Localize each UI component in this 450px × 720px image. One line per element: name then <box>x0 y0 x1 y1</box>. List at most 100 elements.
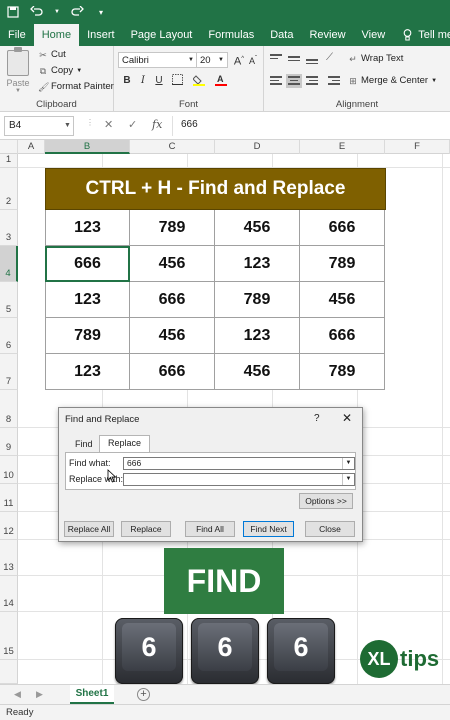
chevron-down-icon[interactable]: ▼ <box>342 458 354 469</box>
bold-button[interactable]: B <box>120 74 134 88</box>
format-painter-button[interactable]: 🖌 Format Painter <box>38 81 114 92</box>
row-header-9[interactable]: 9 <box>0 428 18 456</box>
find-what-input[interactable]: 666 ▼ <box>123 457 355 470</box>
increase-font-icon[interactable]: A^ <box>232 52 246 68</box>
row-header-14[interactable]: 14 <box>0 576 18 612</box>
cell-e5[interactable]: 456 <box>300 282 385 318</box>
table-title[interactable]: CTRL + H - Find and Replace <box>45 168 386 210</box>
row-header-10[interactable]: 10 <box>0 456 18 484</box>
middle-align-icon[interactable] <box>286 52 302 66</box>
underline-button[interactable]: U <box>152 74 166 88</box>
find-next-button[interactable]: Find Next <box>243 521 294 537</box>
tab-file[interactable]: File <box>0 24 34 46</box>
align-right-icon[interactable] <box>304 74 320 88</box>
row-header-1[interactable]: 1 <box>0 154 18 168</box>
cell-b7[interactable]: 123 <box>45 354 130 390</box>
replace-with-input[interactable]: ▼ <box>123 473 355 486</box>
select-all-button[interactable] <box>0 140 18 154</box>
chevron-down-icon[interactable]: ▼ <box>342 474 354 485</box>
font-color-icon[interactable]: A <box>214 74 228 88</box>
row-header-16[interactable] <box>0 660 18 684</box>
tab-review[interactable]: Review <box>301 24 353 46</box>
scroll-left-icon[interactable]: ◀ <box>14 689 21 700</box>
tab-home[interactable]: Home <box>33 24 80 46</box>
cell-d5[interactable]: 789 <box>215 282 300 318</box>
row-header-4[interactable]: 4 <box>0 246 18 282</box>
tab-replace[interactable]: Replace <box>99 435 151 453</box>
replace-button[interactable]: Replace <box>121 521 171 537</box>
column-header-e[interactable]: E <box>300 140 385 154</box>
cancel-icon[interactable]: ✕ <box>104 118 113 131</box>
wrap-text-button[interactable]: ↵ Wrap Text <box>348 53 403 64</box>
cell-c4[interactable]: 456 <box>130 246 215 282</box>
orientation-icon[interactable]: ⟋ <box>326 52 342 66</box>
merge-center-button[interactable]: ⊞ Merge & Center ▼ <box>348 75 437 86</box>
cell-b3[interactable]: 123 <box>45 210 130 246</box>
italic-button[interactable]: I <box>136 74 150 88</box>
indent-icon[interactable] <box>326 74 342 88</box>
cell-b6[interactable]: 789 <box>45 318 130 354</box>
align-center-icon[interactable] <box>286 74 302 88</box>
cell-d4[interactable]: 123 <box>215 246 300 282</box>
column-header-b[interactable]: B <box>45 140 130 154</box>
chevron-down-icon[interactable]: ▼ <box>64 122 71 129</box>
bottom-align-icon[interactable] <box>304 52 320 66</box>
cell-c6[interactable]: 456 <box>130 318 215 354</box>
row-header-11[interactable]: 11 <box>0 484 18 512</box>
find-all-button[interactable]: Find All <box>185 521 235 537</box>
drag-handle-icon[interactable]: ⋮ <box>86 118 94 127</box>
help-button[interactable]: ? <box>314 413 320 424</box>
align-left-icon[interactable] <box>268 74 284 88</box>
enter-icon[interactable]: ✓ <box>128 118 137 131</box>
row-header-12[interactable]: 12 <box>0 512 18 540</box>
column-header-f[interactable]: F <box>385 140 450 154</box>
column-header-d[interactable]: D <box>215 140 300 154</box>
row-header-6[interactable]: 6 <box>0 318 18 354</box>
add-sheet-icon[interactable]: + <box>137 688 150 701</box>
formula-input[interactable]: 666 <box>172 116 446 136</box>
scroll-right-icon[interactable]: ▶ <box>36 689 43 700</box>
cell-d3[interactable]: 456 <box>215 210 300 246</box>
font-size-select[interactable]: 20 ▼ <box>196 52 228 68</box>
replace-all-button[interactable]: Replace All <box>64 521 114 537</box>
fill-color-icon[interactable] <box>192 74 206 88</box>
sheet-tab-sheet1[interactable]: Sheet1 <box>70 685 114 704</box>
dropdown-arrow-icon[interactable]: ▼ <box>54 5 60 19</box>
column-header-a[interactable]: A <box>18 140 45 154</box>
close-icon[interactable]: ✕ <box>342 411 352 425</box>
cell-b4[interactable]: 666 <box>45 246 130 282</box>
row-header-8[interactable]: 8 <box>0 390 18 428</box>
cell-e3[interactable]: 666 <box>300 210 385 246</box>
tab-formulas[interactable]: Formulas <box>200 24 262 46</box>
tell-me-search[interactable]: Tell me w <box>393 24 450 46</box>
cell-e4[interactable]: 789 <box>300 246 385 282</box>
save-icon[interactable] <box>6 5 20 19</box>
tab-find[interactable]: Find <box>67 437 101 453</box>
insert-function-button[interactable]: fx <box>152 118 162 131</box>
row-header-13[interactable]: 13 <box>0 540 18 576</box>
close-button[interactable]: Close <box>305 521 355 537</box>
tab-page-layout[interactable]: Page Layout <box>123 24 201 46</box>
cell-d6[interactable]: 123 <box>215 318 300 354</box>
tab-view[interactable]: View <box>354 24 394 46</box>
cell-c5[interactable]: 666 <box>130 282 215 318</box>
borders-icon[interactable] <box>170 74 184 88</box>
cell-c7[interactable]: 666 <box>130 354 215 390</box>
decrease-font-icon[interactable]: Aˇ <box>246 52 260 66</box>
options-button[interactable]: Options >> <box>299 493 353 509</box>
redo-icon[interactable] <box>70 5 84 19</box>
customize-quick-access-icon[interactable]: ▾ <box>94 5 108 19</box>
cut-button[interactable]: ✂ Cut <box>38 49 66 60</box>
cell-e7[interactable]: 789 <box>300 354 385 390</box>
copy-button[interactable]: ⧉ Copy ▼ <box>38 65 82 76</box>
row-header-2[interactable]: 2 <box>0 168 18 210</box>
cell-c3[interactable]: 789 <box>130 210 215 246</box>
paste-button[interactable]: Paste ▼ <box>4 47 32 94</box>
cell-b5[interactable]: 123 <box>45 282 130 318</box>
row-header-15[interactable]: 15 <box>0 612 18 660</box>
undo-icon[interactable] <box>30 5 44 19</box>
cell-d7[interactable]: 456 <box>215 354 300 390</box>
top-align-icon[interactable] <box>268 52 284 66</box>
cell-e6[interactable]: 666 <box>300 318 385 354</box>
tab-data[interactable]: Data <box>262 24 301 46</box>
